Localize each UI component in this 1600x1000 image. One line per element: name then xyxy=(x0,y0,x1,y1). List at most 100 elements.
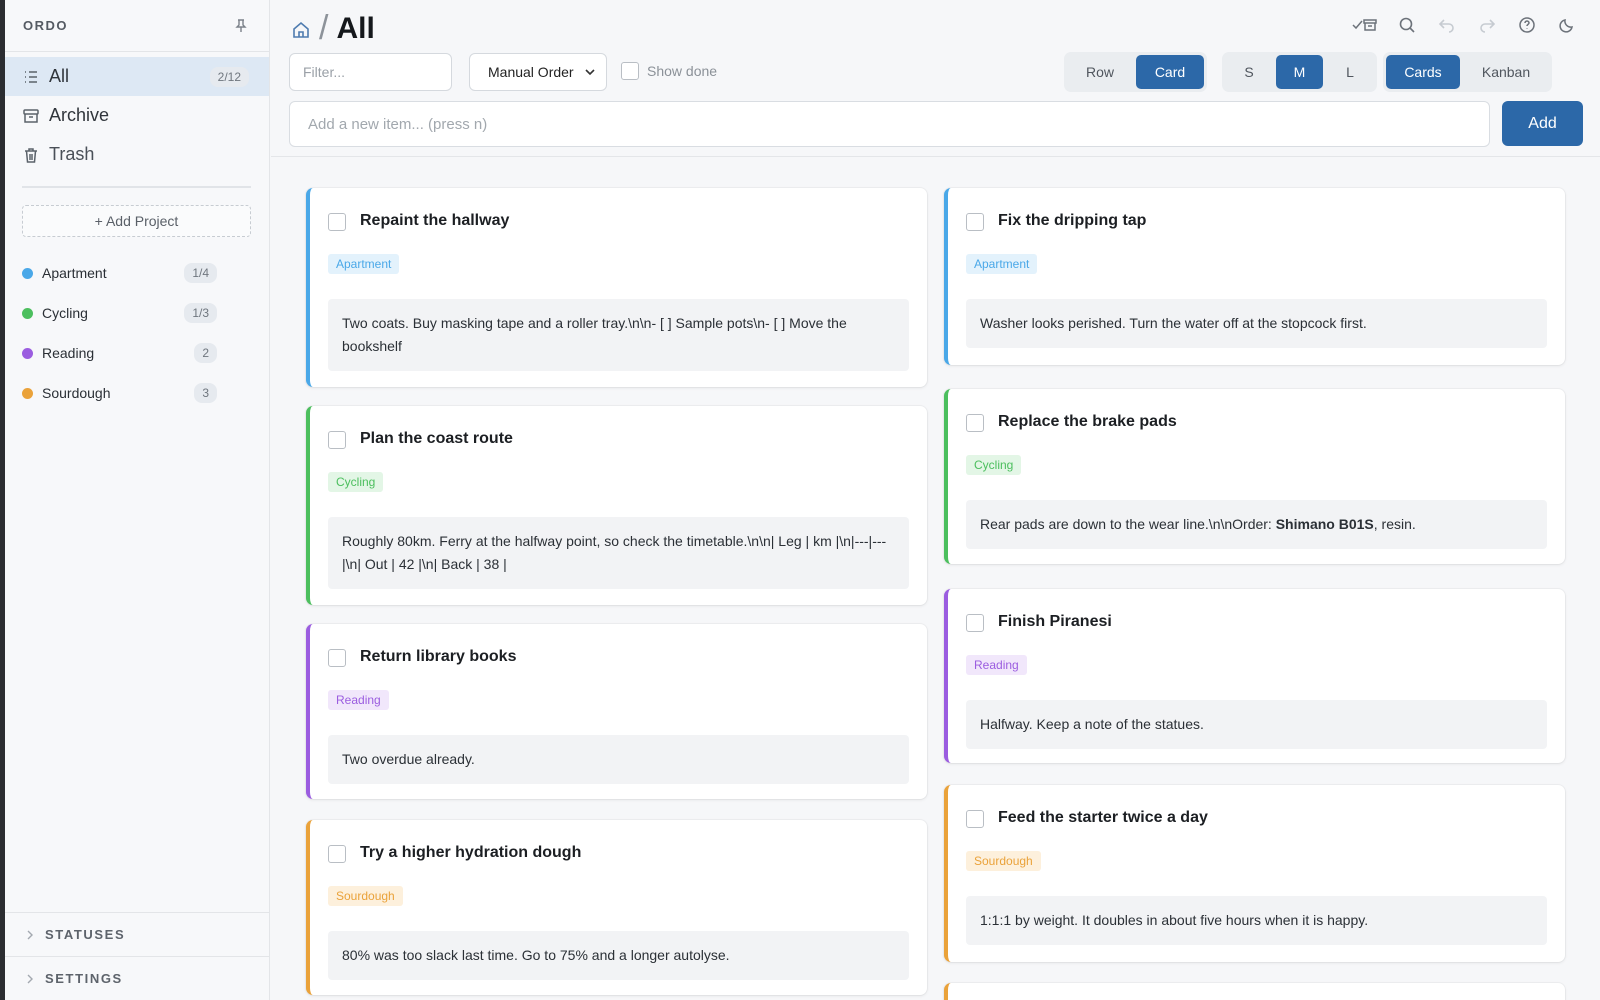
project-name: Cycling xyxy=(42,305,88,321)
note-text: , resin. xyxy=(1373,516,1416,532)
theme-toggle-button[interactable] xyxy=(1554,14,1580,36)
task-checkbox[interactable] xyxy=(966,213,984,231)
project-item-apartment[interactable]: Apartment 1/4 xyxy=(5,253,269,293)
all-count-badge: 2/12 xyxy=(209,66,249,87)
task-card[interactable]: Feed the starter twice a day Sourdough 1… xyxy=(944,785,1565,962)
sidebar-divider xyxy=(22,186,251,188)
section-settings[interactable]: SETTINGS xyxy=(5,956,269,1000)
redo-button[interactable] xyxy=(1474,14,1500,36)
toolbar-icons xyxy=(1350,14,1580,36)
task-note: 1:1:1 by weight. It doubles in about fiv… xyxy=(966,896,1547,945)
app-brand: ORDO xyxy=(23,18,68,33)
size-toggle: S M L xyxy=(1222,52,1377,92)
sidebar-item-all[interactable]: All 2/12 xyxy=(5,57,269,96)
layout-card-button[interactable]: Card xyxy=(1136,55,1204,89)
task-card[interactable]: Replace the brake pads Cycling Rear pads… xyxy=(944,389,1565,564)
view-cards-button[interactable]: Cards xyxy=(1386,55,1460,89)
project-count-badge: 1/3 xyxy=(184,303,217,323)
help-button[interactable] xyxy=(1514,14,1540,36)
task-card[interactable]: Try a higher hydration dough Sourdough 8… xyxy=(306,820,927,995)
project-name: Apartment xyxy=(42,265,107,281)
task-title: Return library books xyxy=(360,648,517,665)
task-note: 80% was too slack last time. Go to 75% a… xyxy=(328,931,909,980)
view-toggle: Cards Kanban xyxy=(1383,52,1552,92)
new-item-input[interactable] xyxy=(289,101,1490,147)
task-title: Fix the dripping tap xyxy=(998,212,1147,229)
card-board: Repaint the hallway Apartment Two coats.… xyxy=(271,158,1600,1000)
note-bold-text: Shimano B01S xyxy=(1275,516,1374,532)
project-color-dot xyxy=(22,387,33,399)
task-card[interactable]: Plan the coast route Cycling Roughly 80k… xyxy=(306,406,927,605)
add-item-button[interactable]: Add xyxy=(1502,101,1583,146)
undo-icon xyxy=(1438,19,1454,33)
note-text: Rear pads are down to the wear line.\n\n… xyxy=(980,516,1276,532)
project-tag: Sourdough xyxy=(966,851,1041,871)
home-icon[interactable] xyxy=(291,20,311,40)
project-name: Reading xyxy=(42,345,95,361)
search-button[interactable] xyxy=(1394,14,1420,36)
task-card[interactable] xyxy=(944,983,1565,1000)
task-note: Two overdue already. xyxy=(328,735,909,784)
section-label: STATUSES xyxy=(45,927,126,942)
show-done-label: Show done xyxy=(647,63,718,79)
task-card[interactable]: Return library books Reading Two overdue… xyxy=(306,624,927,799)
project-count-badge: 2 xyxy=(194,343,217,363)
project-color-dot xyxy=(22,307,33,319)
view-kanban-button[interactable]: Kanban xyxy=(1463,55,1549,89)
project-tag: Cycling xyxy=(966,455,1022,475)
undo-button[interactable] xyxy=(1434,14,1460,36)
section-statuses[interactable]: STATUSES xyxy=(5,912,269,956)
sidebar-header: ORDO xyxy=(5,0,269,52)
project-tag: Reading xyxy=(966,655,1027,675)
task-note: Roughly 80km. Ferry at the halfway point… xyxy=(328,517,909,589)
project-item-sourdough[interactable]: Sourdough 3 xyxy=(5,373,269,413)
layout-row-button[interactable]: Row xyxy=(1067,55,1133,89)
project-tag: Sourdough xyxy=(328,886,403,906)
sidebar-item-archive[interactable]: Archive xyxy=(5,96,269,135)
search-icon xyxy=(1399,17,1415,33)
task-title: Plan the coast route xyxy=(360,430,513,447)
layout-toggle: Row Card xyxy=(1064,52,1207,92)
add-project-button[interactable]: + Add Project xyxy=(22,205,251,237)
bulk-archive-button[interactable] xyxy=(1350,14,1380,36)
sort-select-value: Manual Order xyxy=(488,64,574,80)
task-checkbox[interactable] xyxy=(966,614,984,632)
task-title: Repaint the hallway xyxy=(360,212,510,229)
task-checkbox[interactable] xyxy=(966,810,984,828)
show-done-checkbox[interactable] xyxy=(621,62,639,80)
project-tag: Apartment xyxy=(966,254,1038,274)
task-title: Feed the starter twice a day xyxy=(998,809,1208,826)
task-checkbox[interactable] xyxy=(328,845,346,863)
task-card[interactable]: Repaint the hallway Apartment Two coats.… xyxy=(306,188,927,387)
show-done-toggle[interactable]: Show done xyxy=(621,62,717,80)
task-title: Replace the brake pads xyxy=(998,413,1177,430)
task-card[interactable]: Finish Piranesi Reading Halfway. Keep a … xyxy=(944,589,1565,763)
breadcrumb: / All xyxy=(291,9,375,48)
task-title: Finish Piranesi xyxy=(998,613,1112,630)
section-label: SETTINGS xyxy=(45,971,123,986)
task-checkbox[interactable] xyxy=(966,414,984,432)
task-checkbox[interactable] xyxy=(328,213,346,231)
task-card[interactable]: Fix the dripping tap Apartment Washer lo… xyxy=(944,188,1565,365)
sidebar-item-label: Trash xyxy=(49,144,95,164)
list-icon xyxy=(25,70,37,83)
sidebar-nav: All 2/12 Archive Trash xyxy=(5,52,269,174)
pin-icon[interactable] xyxy=(233,18,249,34)
redo-icon xyxy=(1480,19,1496,33)
task-title: Try a higher hydration dough xyxy=(360,844,582,861)
size-m-button[interactable]: M xyxy=(1276,55,1323,89)
task-checkbox[interactable] xyxy=(328,649,346,667)
sort-select[interactable]: Manual Order xyxy=(469,53,607,91)
size-l-button[interactable]: L xyxy=(1326,55,1374,89)
sidebar-item-trash[interactable]: Trash xyxy=(5,135,269,174)
archive-icon xyxy=(23,108,39,123)
sidebar-item-label: All xyxy=(49,66,70,86)
project-item-reading[interactable]: Reading 2 xyxy=(5,333,269,373)
task-note: Two coats. Buy masking tape and a roller… xyxy=(328,299,909,371)
task-checkbox[interactable] xyxy=(328,431,346,449)
chevron-down-icon xyxy=(585,69,595,76)
page-title: All xyxy=(336,11,375,45)
filter-input[interactable] xyxy=(289,53,452,91)
project-item-cycling[interactable]: Cycling 1/3 xyxy=(5,293,269,333)
size-s-button[interactable]: S xyxy=(1225,55,1273,89)
